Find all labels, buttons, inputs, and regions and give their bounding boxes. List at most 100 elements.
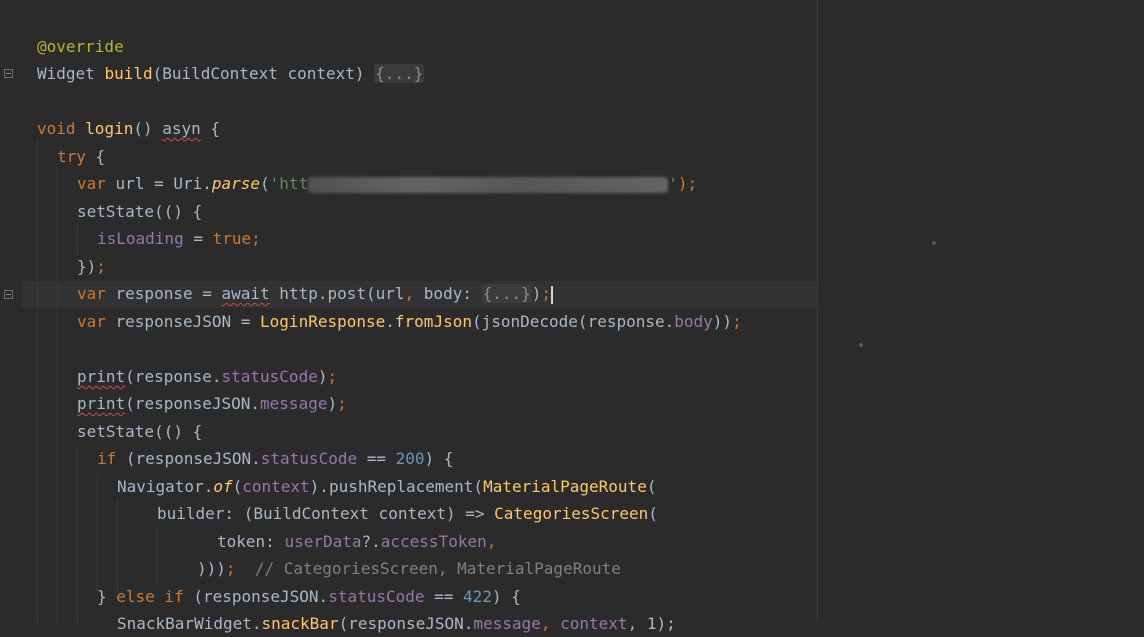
code-line[interactable]: print(response.statusCode); (77, 363, 337, 390)
indent-guide (57, 170, 58, 622)
call: (responseJSON. (125, 394, 261, 413)
method-name: of (213, 477, 233, 496)
code-line[interactable]: setState(() { (77, 418, 202, 445)
params: () (133, 119, 163, 138)
statement: setState(() { (77, 202, 203, 221)
keyword: var (77, 284, 116, 303)
right-margin-guide (817, 0, 818, 622)
string-literal: ' (668, 174, 678, 193)
punct: ; (96, 257, 106, 276)
punct: ; (541, 284, 552, 303)
brace: }) (77, 257, 97, 276)
scroll-marker (932, 241, 936, 245)
punct: , (540, 614, 561, 633)
number-literal: 200 (395, 449, 425, 468)
code-line[interactable]: setState(() { (77, 198, 202, 225)
code-line[interactable]: token: userData?.accessToken, (217, 528, 496, 555)
named-arg: token: (217, 532, 285, 551)
indent-guide (77, 446, 78, 622)
named-arg: builder: (BuildContext context) => (157, 504, 495, 523)
code-line[interactable]: Navigator.of(context).pushReplacement(Ma… (117, 473, 656, 500)
brace: { (85, 147, 106, 166)
paren: )) (712, 312, 733, 331)
code-line[interactable]: } else if (responseJSON.statusCode == 42… (97, 583, 521, 610)
code-line[interactable]: ' (37, 0, 47, 15)
identifier: response = (115, 284, 222, 303)
code-line[interactable]: var url = Uri.parse('htt '); (77, 170, 697, 197)
fold-toggle-icon[interactable] (4, 69, 13, 78)
field: body (674, 312, 713, 331)
code-line[interactable]: try { (57, 143, 105, 170)
code-line[interactable]: builder: (BuildContext context) => Categ… (157, 500, 658, 527)
keyword: true (212, 229, 252, 248)
string-literal: 'htt (269, 174, 309, 193)
brace: ) { (424, 449, 454, 468)
indent-guide (77, 226, 78, 254)
paren: ) (531, 284, 542, 303)
paren: ))) (197, 559, 226, 578)
operator: = (183, 229, 213, 248)
code-line[interactable]: @override (37, 33, 124, 60)
code-line[interactable]: }); (77, 253, 106, 280)
operator: ?. (361, 532, 381, 551)
operator: == (357, 449, 396, 468)
field: message (473, 614, 541, 633)
keyword: var (77, 174, 116, 193)
code-line[interactable]: print(responseJSON.message); (77, 390, 347, 417)
code-line[interactable]: var response = await http.post(url, body… (77, 280, 554, 307)
params: (BuildContext context) (152, 64, 375, 83)
call: ).pushReplacement( (309, 477, 484, 496)
paren: ( (260, 174, 270, 193)
paren: ) (327, 394, 338, 413)
class-name: Navigator. (117, 477, 214, 496)
keyword: try (57, 147, 86, 166)
comment: // CategoriesScreen, MaterialPageRoute (235, 559, 621, 578)
code-line[interactable]: var responseJSON = LoginResponse.fromJso… (77, 308, 742, 335)
folded-region[interactable]: {...} (481, 284, 532, 303)
paren: ( (648, 504, 658, 523)
code-line[interactable]: isLoading = true; (97, 225, 261, 252)
field: statusCode (328, 587, 425, 606)
indent-guide (97, 473, 98, 593)
error-token: asyn (162, 119, 201, 138)
call: (response. (125, 367, 222, 386)
text-caret (551, 285, 554, 304)
keyword: void (37, 119, 86, 138)
code-line[interactable]: SnackBarWidget.snackBar(responseJSON.mes… (117, 610, 676, 637)
keyword: else if (116, 587, 194, 606)
editor-gutter (0, 0, 22, 622)
type-name: Widget (37, 64, 105, 83)
function-call: print (77, 394, 126, 413)
code-editor[interactable]: ' @override Widget build(BuildContext co… (0, 0, 1144, 633)
code-line[interactable]: void login() asyn { (37, 115, 220, 142)
punct: ; (732, 312, 742, 331)
code-line[interactable]: ))); // CategoriesScreen, MaterialPageRo… (197, 555, 621, 582)
field: accessToken (380, 532, 487, 551)
dot: . (385, 312, 395, 331)
field: statusCode (260, 449, 358, 468)
call: (responseJSON. (125, 449, 261, 468)
field: message (260, 394, 328, 413)
fold-toggle-icon[interactable] (4, 290, 13, 299)
field: userData (284, 532, 362, 551)
field: statusCode (221, 367, 318, 386)
punct: , (486, 532, 497, 551)
method-name: snackBar (261, 614, 339, 633)
code-line[interactable]: if (responseJSON.statusCode == 200) { (97, 445, 453, 472)
method-name: fromJson (394, 312, 472, 331)
folded-region[interactable]: {...} (374, 64, 425, 83)
number-literal: 422 (463, 587, 492, 606)
call: (responseJSON. (193, 587, 329, 606)
error-token: await (221, 284, 270, 303)
call: (jsonDecode(response. (471, 312, 675, 331)
punct: ; (225, 559, 236, 578)
method-name: parse (211, 174, 261, 193)
paren: ( (646, 477, 657, 496)
punct: , (404, 284, 424, 303)
method-name: login (85, 119, 134, 138)
class-name: LoginResponse (260, 312, 386, 331)
code-line[interactable]: Widget build(BuildContext context) {...} (37, 60, 425, 87)
redacted-url (308, 176, 669, 193)
named-arg: body: (423, 284, 482, 303)
operator: == (424, 587, 464, 606)
